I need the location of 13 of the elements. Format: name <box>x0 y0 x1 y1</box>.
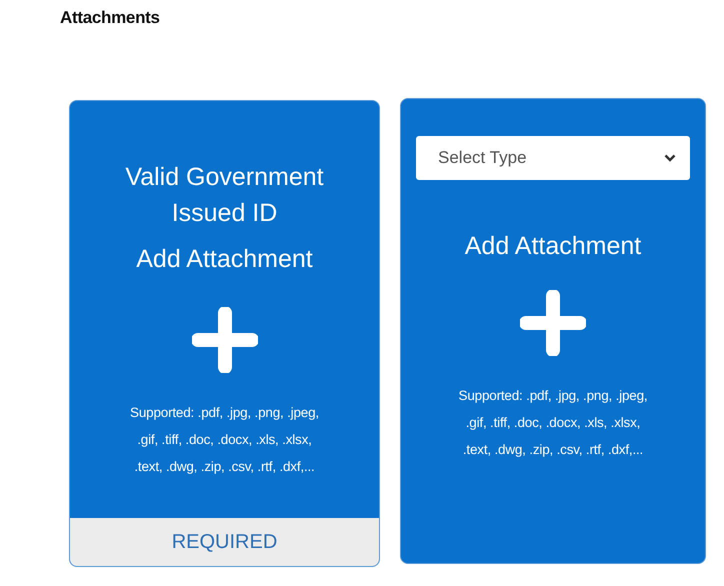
document-title: Valid Government Issued ID <box>124 162 325 229</box>
plus-icon <box>192 307 258 373</box>
supported-formats-text: Supported: .pdf, .jpg, .png, .jpeg, .gif, .tiff, .doc, .docx, .xls, .xlsx, .text, .dwg, .zip, .csv, .rtf, .dxf,... <box>458 387 648 459</box>
supported-formats-text: Supported: .pdf, .jpg, .png, .jpeg, .gif, .tiff, .doc, .docx, .xls, .xlsx, .text, .dwg, .zip, .csv, .rtf, .dxf,... <box>130 404 319 476</box>
type-dropdown[interactable]: Select Type <box>416 136 690 180</box>
add-attachment-label: Add Attachment <box>464 231 642 262</box>
chevron-down-icon <box>664 154 676 162</box>
section-heading: Attachments <box>60 8 161 28</box>
attachment-card[interactable]: Select Type Add Attachment Supported: .pdf, .jpg, .png, .jpeg, .gif, .tiff, .doc, .docx, .xls, .xlsx, .text, .dwg, .zip, .csv, .rtf, .dxf,... <box>400 98 706 564</box>
add-attachment-label: Add Attachment <box>136 244 313 275</box>
required-label: REQUIRED <box>70 518 379 566</box>
attachment-card[interactable]: Valid Government Issued ID Add Attachment Supported: .pdf, .jpg, .png, .jpeg, .gif, .tiff, .doc, .docx, .xls, .xlsx, .text, .dwg, .zip, .csv, .rtf, .dxf,... REQUIRED <box>69 100 380 567</box>
plus-icon <box>520 290 586 356</box>
